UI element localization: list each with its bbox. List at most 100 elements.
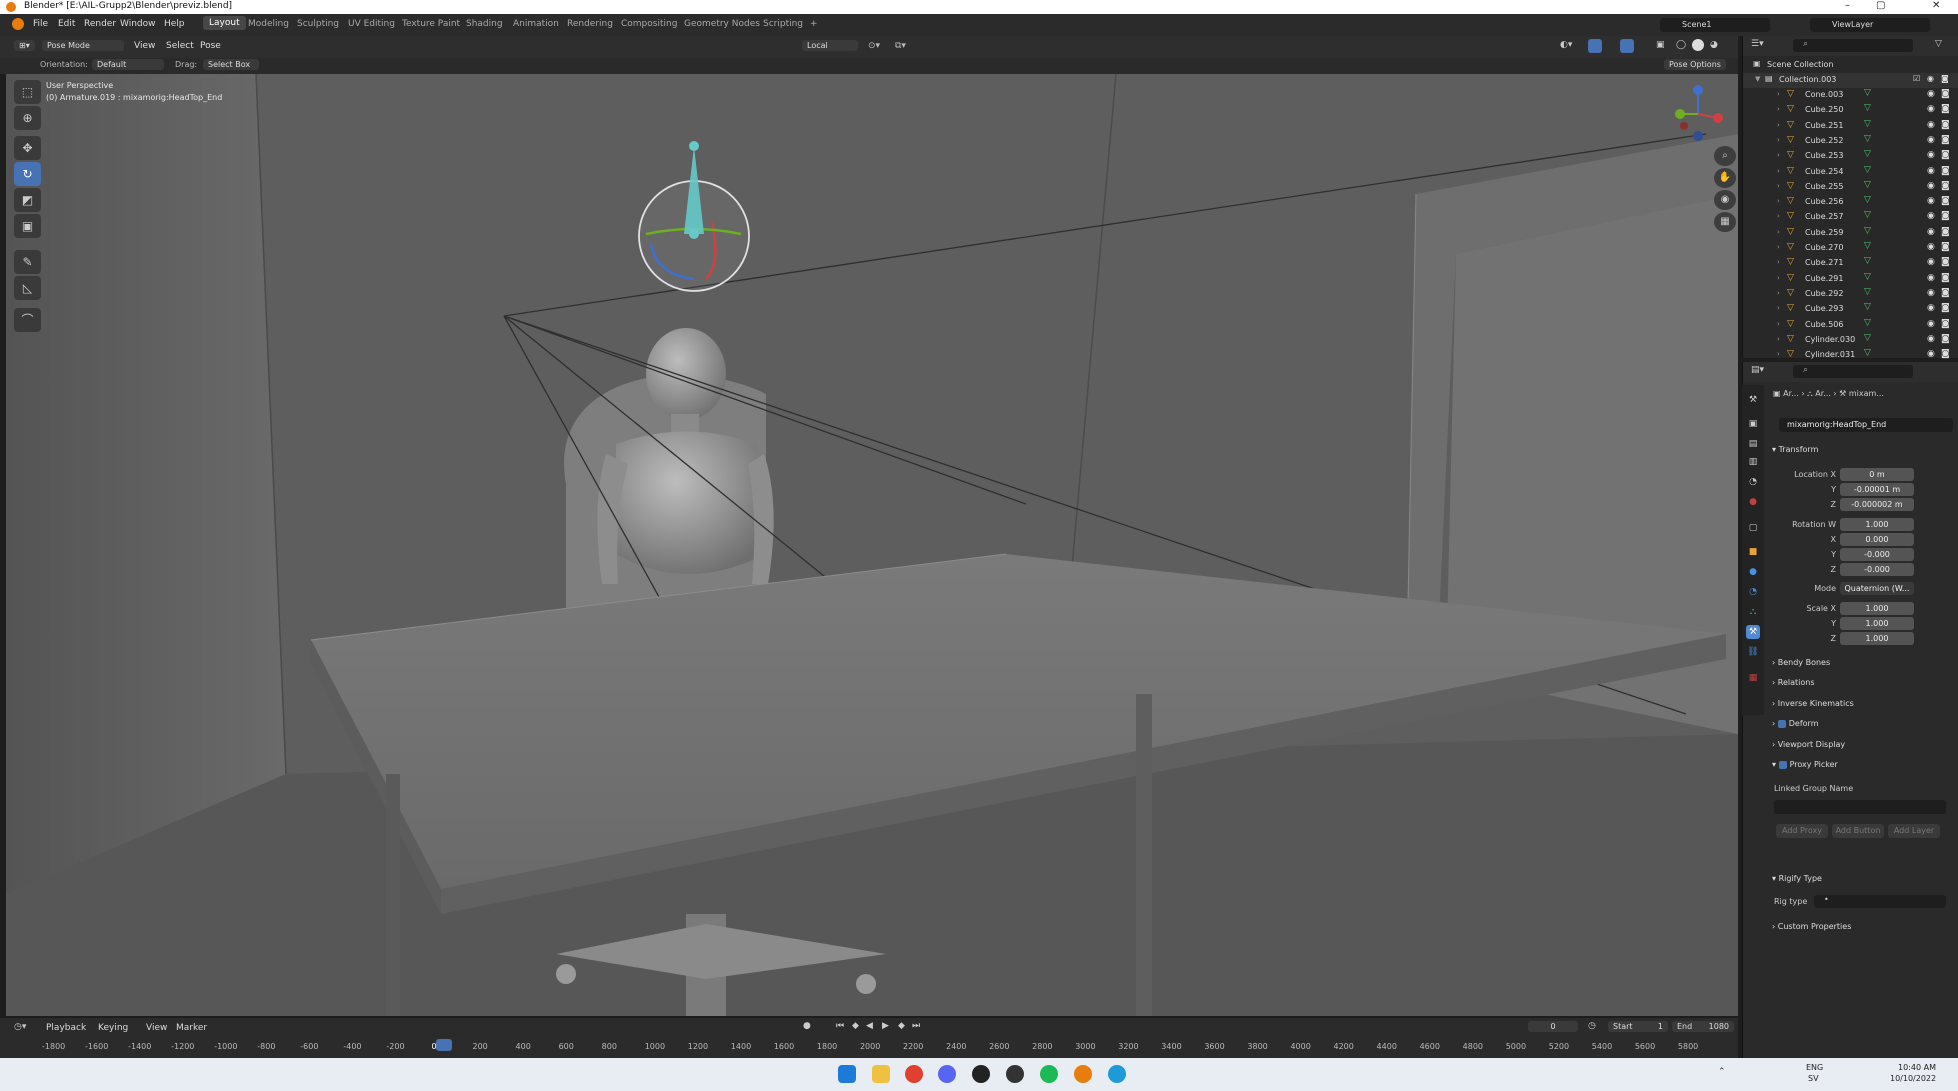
cursor-icon[interactable]: ⊕ bbox=[14, 106, 41, 130]
camera-icon[interactable]: ◙ bbox=[1941, 89, 1950, 99]
camera-icon[interactable]: ◙ bbox=[1941, 334, 1950, 344]
bone-name-field[interactable]: mixamorig:HeadTop_End bbox=[1779, 418, 1953, 432]
expand-icon[interactable]: › bbox=[1777, 212, 1780, 220]
rotation-w-field[interactable]: 1.000 bbox=[1840, 518, 1914, 531]
minimize-button[interactable]: – bbox=[1845, 0, 1850, 11]
menu-file[interactable]: File bbox=[33, 19, 48, 29]
rotation-mode-dropdown[interactable]: Quaternion (W... bbox=[1840, 582, 1914, 595]
tab-modeling[interactable]: Modeling bbox=[248, 19, 289, 29]
ortho-toggle-icon[interactable]: ▦ bbox=[1714, 212, 1736, 232]
add-proxy-button[interactable]: Add Proxy bbox=[1776, 824, 1828, 838]
timeline-menu-view[interactable]: View bbox=[146, 1023, 167, 1033]
drag-selector[interactable]: Select Box bbox=[203, 59, 259, 70]
rotation-z-field[interactable]: -0.000 bbox=[1840, 563, 1914, 576]
eye-icon[interactable]: ◉ bbox=[1927, 166, 1935, 176]
maximize-button[interactable]: ▢ bbox=[1876, 0, 1885, 11]
proxy-picker-checkbox[interactable] bbox=[1778, 760, 1787, 769]
menu-edit[interactable]: Edit bbox=[58, 19, 75, 29]
scale-icon[interactable]: ◩ bbox=[14, 188, 41, 212]
modifier-tab-icon[interactable]: ● bbox=[1746, 565, 1760, 579]
playhead[interactable] bbox=[436, 1039, 452, 1051]
tab-shading[interactable]: Shading bbox=[466, 19, 503, 29]
eye-icon[interactable]: ◉ bbox=[1927, 334, 1935, 344]
visibility-icon[interactable]: ◐▾ bbox=[1560, 40, 1572, 50]
tool-tab-icon[interactable]: ⚒ bbox=[1746, 393, 1760, 407]
eye-icon[interactable]: ◉ bbox=[1927, 120, 1935, 130]
tab-geometry-nodes[interactable]: Geometry Nodes bbox=[684, 19, 760, 29]
expand-icon[interactable]: › bbox=[1777, 182, 1780, 190]
filter-icon[interactable]: ▽ bbox=[1935, 39, 1942, 49]
object-tab-icon[interactable]: ■ bbox=[1746, 545, 1760, 559]
outliner-object-row[interactable]: › ▽ Cube.256 ▽ ◉ ◙ bbox=[1743, 195, 1958, 210]
jump-start-icon[interactable]: ⏮ bbox=[836, 1021, 844, 1031]
expand-icon[interactable]: › bbox=[1777, 258, 1780, 266]
tab-scripting[interactable]: Scripting bbox=[763, 19, 803, 29]
menu-window[interactable]: Window bbox=[120, 19, 156, 29]
tab-layout[interactable]: Layout bbox=[203, 16, 246, 30]
eye-icon[interactable]: ◉ bbox=[1927, 104, 1935, 114]
overlay-toggle-icon[interactable] bbox=[1620, 39, 1634, 53]
annotate-icon[interactable]: ✎ bbox=[14, 250, 41, 274]
snap-icon[interactable]: ⧉▾ bbox=[895, 41, 906, 51]
editor-type-button[interactable]: ⊞▾ bbox=[14, 40, 35, 51]
outliner-object-row[interactable]: › ▽ Cube.292 ▽ ◉ ◙ bbox=[1743, 287, 1958, 302]
expand-icon[interactable]: › bbox=[1777, 197, 1780, 205]
eye-icon[interactable]: ◉ bbox=[1927, 349, 1935, 359]
menu-pose[interactable]: Pose bbox=[200, 41, 221, 51]
discord-icon[interactable] bbox=[938, 1065, 956, 1083]
outliner-editor-icon[interactable]: ☰▾ bbox=[1751, 39, 1764, 49]
camera-icon[interactable]: ◙ bbox=[1941, 74, 1949, 83]
measure-icon[interactable]: ◺ bbox=[14, 276, 41, 300]
blender-menu-icon[interactable] bbox=[12, 18, 24, 30]
camera-icon[interactable]: ◙ bbox=[1941, 120, 1950, 130]
blender-taskbar-icon[interactable] bbox=[1074, 1065, 1092, 1083]
eye-icon[interactable]: ◉ bbox=[1927, 288, 1935, 298]
camera-icon[interactable]: ◙ bbox=[1941, 319, 1950, 329]
expand-icon[interactable]: › bbox=[1777, 151, 1780, 159]
tab-uv-editing[interactable]: UV Editing bbox=[348, 19, 395, 29]
play-reverse-icon[interactable]: ◀ bbox=[866, 1021, 873, 1031]
clock-time[interactable]: 10:40 AM bbox=[1898, 1063, 1936, 1072]
physics-tab-icon[interactable]: ◔ bbox=[1746, 585, 1760, 599]
location-x-field[interactable]: 0 m bbox=[1840, 468, 1914, 481]
menu-select[interactable]: Select bbox=[166, 41, 194, 51]
tray-arrow-icon[interactable]: ⌃ bbox=[1718, 1067, 1726, 1077]
scale-z-field[interactable]: 1.000 bbox=[1840, 632, 1914, 645]
expand-icon[interactable]: ▼ bbox=[1755, 75, 1760, 83]
expand-icon[interactable]: › bbox=[1777, 90, 1780, 98]
timeline-menu-keying[interactable]: Keying bbox=[98, 1023, 128, 1033]
material-shading-icon[interactable]: ◕ bbox=[1710, 40, 1718, 50]
camera-icon[interactable]: ◙ bbox=[1941, 196, 1950, 206]
eye-icon[interactable]: ◉ bbox=[1927, 303, 1935, 313]
eye-icon[interactable]: ◉ bbox=[1927, 74, 1934, 83]
record-icon[interactable]: ● bbox=[803, 1021, 811, 1031]
edge-icon[interactable] bbox=[1108, 1065, 1126, 1083]
camera-icon[interactable]: ◙ bbox=[1941, 181, 1950, 191]
camera-icon[interactable]: ◙ bbox=[1941, 104, 1950, 114]
bone-tab-icon[interactable]: ⚒ bbox=[1746, 625, 1760, 639]
outliner-search-input[interactable]: ⌕ bbox=[1793, 39, 1913, 52]
deform-section[interactable]: › Deform bbox=[1772, 719, 1818, 728]
spotify-icon[interactable] bbox=[1040, 1065, 1058, 1083]
outliner-object-row[interactable]: › ▽ Cube.271 ▽ ◉ ◙ bbox=[1743, 256, 1958, 271]
end-frame-field[interactable]: End 1080 bbox=[1672, 1021, 1734, 1032]
move-icon[interactable]: ✥ bbox=[14, 136, 41, 160]
scene-tab-icon[interactable]: ◔ bbox=[1746, 475, 1760, 489]
rotation-y-field[interactable]: -0.000 bbox=[1840, 548, 1914, 561]
eye-icon[interactable]: ◉ bbox=[1927, 257, 1935, 267]
windows-start-icon[interactable] bbox=[838, 1065, 856, 1083]
tab-compositing[interactable]: Compositing bbox=[621, 19, 677, 29]
camera-icon[interactable]: ◙ bbox=[1941, 166, 1950, 176]
jump-end-icon[interactable]: ⏭ bbox=[912, 1021, 920, 1031]
xray-icon[interactable]: ▣ bbox=[1656, 40, 1665, 50]
timeline-editor-icon[interactable]: ◷▾ bbox=[14, 1022, 26, 1032]
camera-icon[interactable]: ◙ bbox=[1941, 227, 1950, 237]
pose-options-button[interactable]: Pose Options bbox=[1664, 59, 1726, 70]
output-tab-icon[interactable]: ▤ bbox=[1746, 437, 1760, 451]
wireframe-shading-icon[interactable]: ◯ bbox=[1676, 40, 1686, 50]
next-keyframe-icon[interactable]: ◆ bbox=[898, 1021, 905, 1031]
tab-rendering[interactable]: Rendering bbox=[567, 19, 613, 29]
outliner-object-row[interactable]: › ▽ Cube.259 ▽ ◉ ◙ bbox=[1743, 226, 1958, 241]
timeline-menu-playback[interactable]: Playback bbox=[46, 1023, 86, 1033]
prev-keyframe-icon[interactable]: ◆ bbox=[852, 1021, 859, 1031]
